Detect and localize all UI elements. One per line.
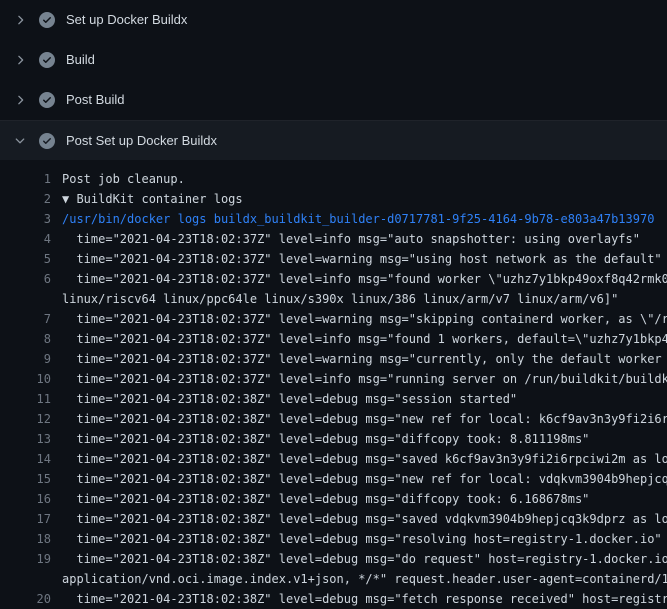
log-line-number[interactable]: 12	[0, 409, 62, 429]
step-label: Post Set up Docker Buildx	[66, 133, 217, 149]
log-line-text: time="2021-04-23T18:02:37Z" level=warnin…	[62, 309, 667, 329]
log-line: 19 time="2021-04-23T18:02:38Z" level=deb…	[0, 549, 667, 569]
log-line-number[interactable]: 6	[0, 269, 62, 289]
log-line-text: time="2021-04-23T18:02:37Z" level=info m…	[62, 369, 667, 389]
log-line-text: time="2021-04-23T18:02:37Z" level=warnin…	[62, 249, 667, 269]
log-line-number[interactable]: 1	[0, 169, 62, 189]
log-line: 7 time="2021-04-23T18:02:37Z" level=warn…	[0, 309, 667, 329]
log-line-text: time="2021-04-23T18:02:38Z" level=debug …	[62, 489, 667, 509]
log-line-text: application/vnd.oci.image.index.v1+json,…	[62, 569, 667, 589]
log-line: 5 time="2021-04-23T18:02:37Z" level=warn…	[0, 249, 667, 269]
log-line-text: time="2021-04-23T18:02:37Z" level=info m…	[62, 269, 667, 289]
log-line-text: time="2021-04-23T18:02:38Z" level=debug …	[62, 509, 667, 529]
step-row-post-set-up-docker-buildx[interactable]: Post Set up Docker Buildx	[0, 120, 667, 160]
log-line-number[interactable]: 13	[0, 429, 62, 449]
log-line: 6 time="2021-04-23T18:02:37Z" level=info…	[0, 269, 667, 289]
log-line-text: time="2021-04-23T18:02:38Z" level=debug …	[62, 529, 667, 549]
log-line-text: ▼ BuildKit container logs	[62, 189, 667, 209]
log-line-number[interactable]: 15	[0, 469, 62, 489]
log-line-text: Post job cleanup.	[62, 169, 667, 189]
log-line-number[interactable]: 20	[0, 589, 62, 609]
log-line: 13 time="2021-04-23T18:02:38Z" level=deb…	[0, 429, 667, 449]
log-line: 15 time="2021-04-23T18:02:38Z" level=deb…	[0, 469, 667, 489]
step-label: Set up Docker Buildx	[66, 12, 187, 28]
check-circle-icon	[39, 12, 55, 28]
log-line-text: time="2021-04-23T18:02:38Z" level=debug …	[62, 469, 667, 489]
log-line: 3/usr/bin/docker logs buildx_buildkit_bu…	[0, 209, 667, 229]
step-row-set-up-docker-buildx[interactable]: Set up Docker Buildx	[0, 0, 667, 40]
check-circle-icon	[39, 92, 55, 108]
log-line-number[interactable]: 17	[0, 509, 62, 529]
log-line-text: /usr/bin/docker logs buildx_buildkit_bui…	[62, 209, 667, 229]
log-line: 1Post job cleanup.	[0, 169, 667, 189]
log-viewer: 1Post job cleanup.2▼ BuildKit container …	[0, 160, 667, 609]
step-label: Post Build	[66, 92, 125, 108]
log-line-number[interactable]: 4	[0, 229, 62, 249]
log-line-number[interactable]: 3	[0, 209, 62, 229]
step-label: Build	[66, 52, 95, 68]
log-line-number	[0, 569, 62, 589]
chevron-right-icon	[12, 92, 28, 108]
log-group-triangle-icon[interactable]: ▼	[62, 192, 76, 206]
log-line-number[interactable]: 5	[0, 249, 62, 269]
steps-list: Set up Docker Buildx Build Post Build Po…	[0, 0, 667, 160]
chevron-right-icon	[12, 12, 28, 28]
log-line-text: time="2021-04-23T18:02:38Z" level=debug …	[62, 389, 667, 409]
log-line-text: time="2021-04-23T18:02:37Z" level=info m…	[62, 329, 667, 349]
log-line-text: time="2021-04-23T18:02:37Z" level=info m…	[62, 229, 667, 249]
log-line-text: time="2021-04-23T18:02:38Z" level=debug …	[62, 589, 667, 609]
log-group-label: BuildKit container logs	[76, 192, 242, 206]
log-line: 4 time="2021-04-23T18:02:37Z" level=info…	[0, 229, 667, 249]
log-line: 9 time="2021-04-23T18:02:37Z" level=warn…	[0, 349, 667, 369]
log-line: 20 time="2021-04-23T18:02:38Z" level=deb…	[0, 589, 667, 609]
log-line: 11 time="2021-04-23T18:02:38Z" level=deb…	[0, 389, 667, 409]
log-line-number[interactable]: 19	[0, 549, 62, 569]
check-circle-icon	[39, 133, 55, 149]
check-circle-icon	[39, 52, 55, 68]
chevron-right-icon	[12, 52, 28, 68]
log-line: linux/riscv64 linux/ppc64le linux/s390x …	[0, 289, 667, 309]
log-line-number[interactable]: 11	[0, 389, 62, 409]
chevron-down-icon	[12, 133, 28, 149]
log-line: 18 time="2021-04-23T18:02:38Z" level=deb…	[0, 529, 667, 549]
log-line-text: time="2021-04-23T18:02:38Z" level=debug …	[62, 429, 667, 449]
log-line: 14 time="2021-04-23T18:02:38Z" level=deb…	[0, 449, 667, 469]
log-line-text: time="2021-04-23T18:02:37Z" level=warnin…	[62, 349, 667, 369]
step-row-post-build[interactable]: Post Build	[0, 80, 667, 120]
log-line-text: linux/riscv64 linux/ppc64le linux/s390x …	[62, 289, 667, 309]
log-line-number[interactable]: 18	[0, 529, 62, 549]
log-line-number	[0, 289, 62, 309]
log-line: 17 time="2021-04-23T18:02:38Z" level=deb…	[0, 509, 667, 529]
log-line-text: time="2021-04-23T18:02:38Z" level=debug …	[62, 409, 667, 429]
log-line-number[interactable]: 16	[0, 489, 62, 509]
log-line: 2▼ BuildKit container logs	[0, 189, 667, 209]
log-line: 12 time="2021-04-23T18:02:38Z" level=deb…	[0, 409, 667, 429]
log-line-text: time="2021-04-23T18:02:38Z" level=debug …	[62, 449, 667, 469]
log-line-number[interactable]: 9	[0, 349, 62, 369]
log-line: 8 time="2021-04-23T18:02:37Z" level=info…	[0, 329, 667, 349]
log-line-number[interactable]: 7	[0, 309, 62, 329]
log-line: 16 time="2021-04-23T18:02:38Z" level=deb…	[0, 489, 667, 509]
step-row-build[interactable]: Build	[0, 40, 667, 80]
log-line: 10 time="2021-04-23T18:02:37Z" level=inf…	[0, 369, 667, 389]
log-lines: 1Post job cleanup.2▼ BuildKit container …	[0, 169, 667, 609]
log-line-number[interactable]: 2	[0, 189, 62, 209]
log-line: application/vnd.oci.image.index.v1+json,…	[0, 569, 667, 589]
log-line-text: time="2021-04-23T18:02:38Z" level=debug …	[62, 549, 667, 569]
log-line-number[interactable]: 8	[0, 329, 62, 349]
log-line-number[interactable]: 14	[0, 449, 62, 469]
log-line-number[interactable]: 10	[0, 369, 62, 389]
